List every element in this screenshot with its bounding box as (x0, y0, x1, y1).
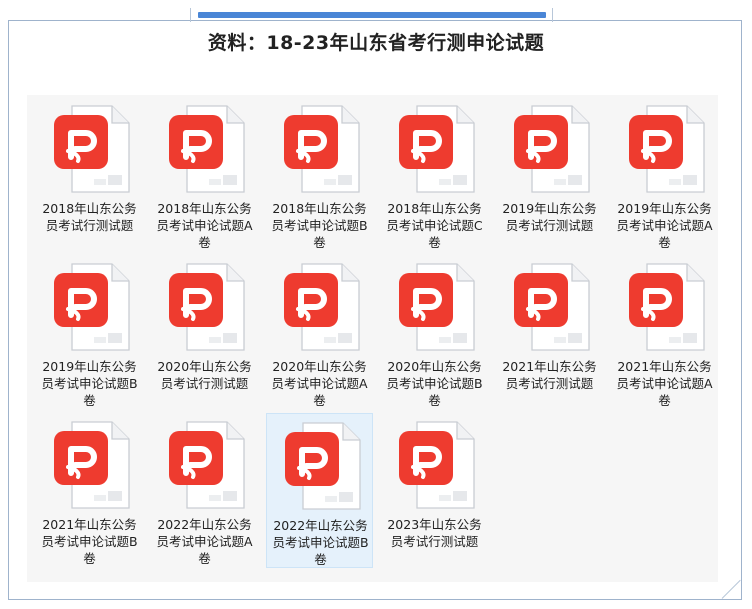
file-name-label: 2019年山东公务员考试行测试题 (502, 201, 597, 233)
file-item[interactable]: 2022年山东公务员考试申论试题A卷 (151, 413, 258, 568)
pdf-file-icon (54, 105, 130, 193)
file-item[interactable]: 2018年山东公务员考试申论试题C卷 (381, 97, 488, 252)
file-name-label: 2020年山东公务员考试行测试题 (157, 359, 252, 391)
pdf-file-icon (629, 105, 705, 193)
file-name-label: 2022年山东公务员考试申论试题B卷 (272, 518, 369, 567)
file-item[interactable]: 2022年山东公务员考试申论试题B卷 (266, 413, 373, 568)
file-name-label: 2021年山东公务员考试行测试题 (502, 359, 597, 391)
pdf-file-icon (629, 263, 705, 351)
file-name-label: 2021年山东公务员考试申论试题B卷 (41, 517, 138, 566)
file-item[interactable]: 2018年山东公务员考试申论试题A卷 (151, 97, 258, 252)
pdf-file-icon (54, 263, 130, 351)
pdf-file-icon (169, 105, 245, 193)
pdf-file-icon (514, 105, 590, 193)
file-item[interactable]: 2021年山东公务员考试申论试题A卷 (611, 255, 718, 410)
page-title: 资料：18-23年山东省考行测申论试题 (207, 32, 545, 54)
pdf-file-icon (285, 422, 361, 510)
file-name-label: 2019年山东公务员考试申论试题B卷 (41, 359, 138, 408)
file-name-label: 2021年山东公务员考试申论试题A卷 (616, 359, 713, 408)
file-name-label: 2020年山东公务员考试申论试题A卷 (271, 359, 368, 408)
pdf-file-icon (514, 263, 590, 351)
file-name-label: 2018年山东公务员考试行测试题 (42, 201, 137, 233)
pdf-file-icon (284, 105, 360, 193)
pdf-file-icon (399, 105, 475, 193)
pdf-file-icon (284, 263, 360, 351)
file-name-label: 2022年山东公务员考试申论试题A卷 (156, 517, 253, 566)
pdf-file-icon (399, 421, 475, 509)
file-name-label: 2018年山东公务员考试申论试题C卷 (386, 201, 483, 250)
pdf-file-icon (54, 421, 130, 509)
file-name-label: 2020年山东公务员考试申论试题B卷 (386, 359, 483, 408)
file-name-label: 2018年山东公务员考试申论试题A卷 (156, 201, 253, 250)
file-item[interactable]: 2021年山东公务员考试申论试题B卷 (36, 413, 143, 568)
file-item[interactable]: 2020年山东公务员考试申论试题A卷 (266, 255, 373, 410)
frame-corner-line-left (190, 8, 191, 22)
file-item[interactable]: 2019年山东公务员考试申论试题B卷 (36, 255, 143, 410)
frame-corner-line-right (552, 8, 553, 22)
file-grid: 2018年山东公务员考试行测试题 2018年山东公务员考试申论试题A卷 2018… (27, 95, 718, 582)
file-item[interactable]: 2023年山东公务员考试行测试题 (381, 413, 488, 568)
file-item[interactable]: 2020年山东公务员考试行测试题 (151, 255, 258, 410)
file-item[interactable]: 2019年山东公务员考试申论试题A卷 (611, 97, 718, 252)
pdf-file-icon (169, 263, 245, 351)
file-item[interactable]: 2021年山东公务员考试行测试题 (496, 255, 603, 410)
file-item[interactable]: 2019年山东公务员考试行测试题 (496, 97, 603, 252)
pdf-file-icon (399, 263, 475, 351)
file-name-label: 2018年山东公务员考试申论试题B卷 (271, 201, 368, 250)
file-name-label: 2023年山东公务员考试行测试题 (387, 517, 482, 549)
file-item[interactable]: 2020年山东公务员考试申论试题B卷 (381, 255, 488, 410)
pdf-file-icon (169, 421, 245, 509)
file-item[interactable]: 2018年山东公务员考试申论试题B卷 (266, 97, 373, 252)
header-accent-bar (198, 12, 546, 18)
file-name-label: 2019年山东公务员考试申论试题A卷 (616, 201, 713, 250)
file-item[interactable]: 2018年山东公务员考试行测试题 (36, 97, 143, 252)
